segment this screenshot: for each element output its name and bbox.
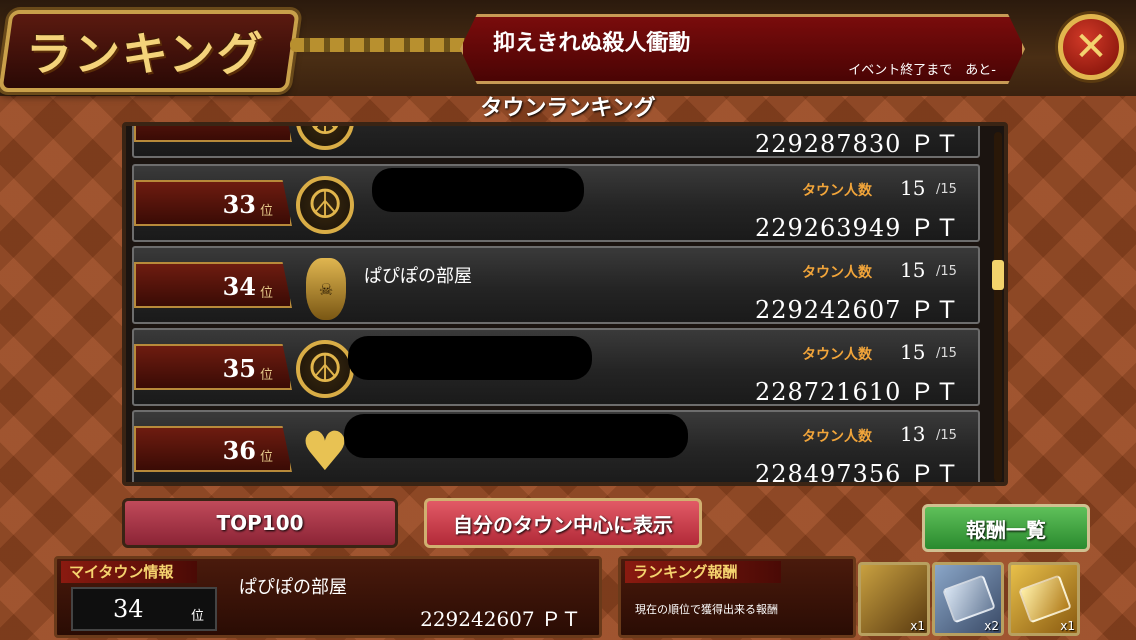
my-town-name: ぱぴぽの部屋 xyxy=(239,577,347,598)
row-points: 229263949 ＰＴ xyxy=(754,214,960,242)
my-town-panel: マイタウン情報 34 位 ぱぴぽの部屋 229242607 ＰＴ xyxy=(54,556,602,638)
town-count: 15 xyxy=(900,258,926,282)
town-count-max: /15 xyxy=(936,182,957,197)
town-count-label: タウン人数 xyxy=(802,265,872,281)
reward-list-button[interactable]: 報酬一覧 xyxy=(922,504,1090,552)
reward-qty: x2 xyxy=(984,619,999,633)
ranking-list[interactable]: ☮ 229287830 ＰＴ 33 位 ☮ タウン人数 15 /15 22926… xyxy=(122,122,1008,486)
chain-decoration xyxy=(290,38,470,52)
ticket-shape xyxy=(1018,574,1072,624)
rank-number: 33 xyxy=(222,190,256,219)
table-row[interactable]: 34 位 ☠ ぱぴぽの部屋 タウン人数 15 /15 229242607 ＰＴ xyxy=(132,246,980,324)
my-town-rank-unit: 位 xyxy=(191,609,205,624)
rank-number: 36 xyxy=(222,436,256,465)
rank-tab xyxy=(134,126,292,142)
table-row[interactable]: 35 位 ☮ タウン人数 15 /15 228721610 ＰＴ xyxy=(132,328,980,406)
row-points: 228497356 ＰＴ xyxy=(754,460,960,486)
town-count-max: /15 xyxy=(936,428,957,443)
rank-unit: 位 xyxy=(260,368,274,383)
page-title: ランキング xyxy=(26,27,265,81)
reward-qty: x1 xyxy=(1060,619,1075,633)
close-icon: ✕ xyxy=(1074,24,1108,70)
event-remaining-time: イベント終了まで あと- xyxy=(848,63,996,78)
censored-name xyxy=(348,336,592,380)
town-count: 15 xyxy=(900,176,926,200)
my-town-points: 229242607 ＰＴ xyxy=(420,607,581,631)
row-points: 229287830 ＰＴ xyxy=(754,130,960,158)
row-points: 229242607 ＰＴ xyxy=(754,296,960,324)
rank-unit: 位 xyxy=(260,286,274,301)
my-town-header: マイタウン情報 xyxy=(61,561,197,583)
town-count: 15 xyxy=(900,340,926,364)
reward-qty: x1 xyxy=(910,619,925,633)
rank-tab: 35 位 xyxy=(134,344,292,390)
rank-unit: 位 xyxy=(260,450,274,465)
ranking-reward-desc: 現在の順位で獲得出来る報酬 xyxy=(635,603,778,616)
town-count-max: /15 xyxy=(936,264,957,279)
gold-ticket-icon[interactable]: x1 xyxy=(1008,562,1080,636)
rank-number: 35 xyxy=(222,354,256,383)
event-title: 抑えきれぬ殺人衝動 xyxy=(493,30,691,56)
rank-unit: 位 xyxy=(260,204,274,219)
row-points: 228721610 ＰＴ xyxy=(754,378,960,406)
silver-ticket-icon[interactable]: x2 xyxy=(932,562,1004,636)
rank-number: 34 xyxy=(222,272,256,301)
table-row-partial[interactable]: ☮ 229287830 ＰＴ xyxy=(132,126,980,158)
peace-icon: ☮ xyxy=(296,340,354,398)
scroll-thumb[interactable] xyxy=(992,260,1004,290)
top100-button[interactable]: TOP100 xyxy=(122,498,398,548)
scrollbar[interactable] xyxy=(994,132,1002,482)
mask-icon: ☠ xyxy=(306,258,346,320)
censored-name xyxy=(344,414,688,458)
censored-name xyxy=(372,168,584,212)
event-banner: 抑えきれぬ殺人衝動 イベント終了まで あと- xyxy=(460,14,1025,84)
rank-tab: 36 位 xyxy=(134,426,292,472)
center-on-my-town-button[interactable]: 自分のタウン中心に表示 xyxy=(424,498,702,548)
town-count: 13 xyxy=(900,422,926,446)
town-name: ぱぴぽの部屋 xyxy=(364,266,472,287)
rank-tab: 34 位 xyxy=(134,262,292,308)
town-count-label: タウン人数 xyxy=(802,347,872,363)
town-count-max: /15 xyxy=(936,346,957,361)
section-title: タウンランキング xyxy=(480,96,656,121)
rank-tab: 33 位 xyxy=(134,180,292,226)
ranking-reward-panel: ランキング報酬 現在の順位で獲得出来る報酬 xyxy=(618,556,856,638)
town-count-label: タウン人数 xyxy=(802,429,872,445)
town-count-label: タウン人数 xyxy=(802,183,872,199)
ticket-shape xyxy=(942,574,996,624)
peace-icon: ☮ xyxy=(296,126,354,150)
close-button[interactable]: ✕ xyxy=(1058,14,1124,80)
peace-icon: ☮ xyxy=(296,176,354,234)
table-row[interactable]: 33 位 ☮ タウン人数 15 /15 229263949 ＰＴ xyxy=(132,164,980,242)
ranking-reward-header: ランキング報酬 xyxy=(625,561,781,583)
my-town-rank-box: 34 位 xyxy=(71,587,217,631)
character-portrait-icon[interactable]: x1 xyxy=(858,562,930,636)
table-row[interactable]: 36 位 ♥ タウン人数 13 /15 228497356 ＰＴ xyxy=(132,410,980,486)
my-town-rank: 34 xyxy=(113,595,144,623)
